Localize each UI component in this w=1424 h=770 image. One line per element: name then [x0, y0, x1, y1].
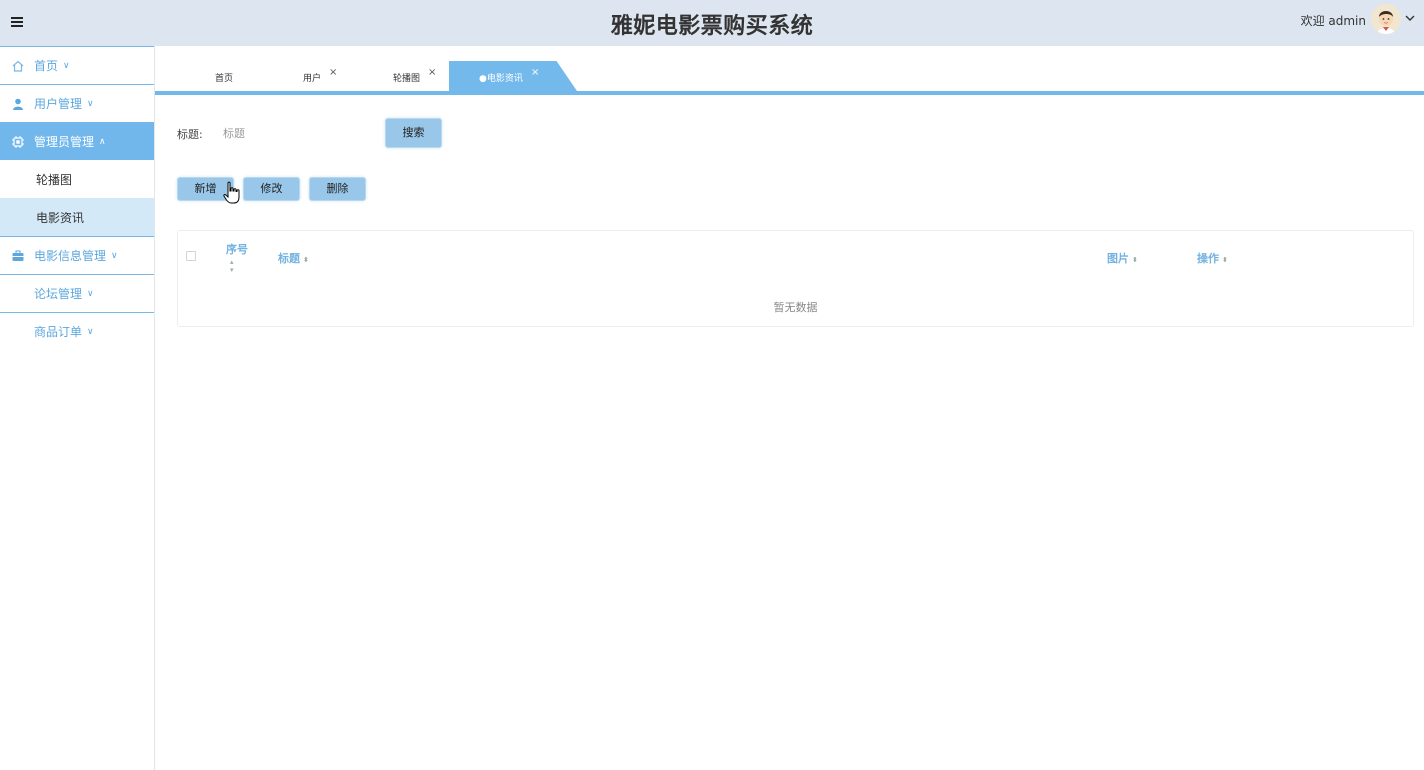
- sidebar: 首页 ∨ 用户管理 ∨ 管理员管理 ∧ 轮播图 电影资讯 电影信息管理 ∨ 论坛…: [0, 46, 155, 770]
- chip-icon: [12, 135, 24, 148]
- tab-bar: 首页 用户 × 轮播图 × ●电影资讯 ×: [155, 46, 1424, 96]
- close-icon[interactable]: ×: [531, 67, 539, 78]
- sidebar-subitem-movie-news[interactable]: 电影资讯: [0, 198, 154, 236]
- avatar-face-icon: [1371, 4, 1401, 34]
- chevron-down-icon: ∨: [87, 288, 94, 299]
- sort-icon[interactable]: ⬍: [1132, 256, 1138, 264]
- tab-label: 用户: [303, 74, 322, 84]
- briefcase-icon: [12, 250, 24, 261]
- avatar[interactable]: [1371, 4, 1401, 34]
- sidebar-item-label: 用户管理: [34, 97, 83, 111]
- column-header-image[interactable]: 图片 ⬍: [1107, 250, 1138, 266]
- sidebar-item-admin-management[interactable]: 管理员管理 ∧: [0, 122, 154, 160]
- sidebar-item-forum-management[interactable]: 论坛管理 ∨: [0, 274, 154, 312]
- sort-icon[interactable]: ▴ ▾: [230, 258, 248, 274]
- user-icon: [13, 98, 23, 110]
- column-header-label: 图片: [1107, 252, 1129, 265]
- sidebar-item-product-orders[interactable]: 商品订单 ∨: [0, 312, 154, 350]
- tab-users[interactable]: 用户 ×: [303, 61, 363, 91]
- sidebar-item-label: 管理员管理: [34, 135, 95, 149]
- column-header-label: 操作: [1197, 252, 1219, 265]
- data-table: 序号 ▴ ▾ 标题 ⬍ 图片 ⬍ 操作 ⬍ 暂无数据: [177, 230, 1414, 327]
- sidebar-item-label: 首页: [34, 59, 59, 73]
- close-icon[interactable]: ×: [428, 67, 436, 78]
- edit-button[interactable]: 修改: [243, 177, 300, 201]
- search-button[interactable]: 搜索: [385, 118, 442, 148]
- sidebar-item-user-management[interactable]: 用户管理 ∨: [0, 84, 154, 122]
- column-header-label: 标题: [278, 252, 300, 265]
- tab-movie-news[interactable]: ●电影资讯 ×: [449, 61, 577, 91]
- sidebar-item-label: 商品订单: [34, 325, 83, 339]
- column-header-title[interactable]: 标题 ⬍: [278, 250, 309, 266]
- chevron-down-icon: ∨: [111, 250, 118, 261]
- user-dropdown-chevron-icon[interactable]: [1404, 12, 1416, 24]
- column-header-label: 序号: [226, 243, 248, 256]
- chevron-down-icon: ∨: [63, 60, 70, 71]
- welcome-text: 欢迎 admin: [1300, 14, 1366, 28]
- app-title: 雅妮电影票购买系统: [610, 14, 814, 39]
- close-icon[interactable]: ×: [329, 67, 337, 78]
- chevron-down-icon: ∨: [87, 98, 94, 109]
- search-title-label: 标题:: [177, 128, 203, 141]
- sidebar-item-home[interactable]: 首页 ∨: [0, 46, 154, 84]
- delete-button[interactable]: 删除: [309, 177, 366, 201]
- sidebar-item-label: 论坛管理: [34, 287, 83, 301]
- tab-label: 轮播图: [393, 74, 421, 84]
- search-title-input[interactable]: [218, 122, 368, 144]
- tab-label: 首页: [215, 74, 234, 84]
- top-header: 雅妮电影票购买系统 欢迎 admin: [0, 0, 1424, 46]
- tab-underline: [155, 91, 1424, 95]
- sidebar-item-label: 电影信息管理: [34, 249, 107, 263]
- tab-home[interactable]: 首页: [215, 61, 275, 91]
- tab-carousel[interactable]: 轮播图 ×: [393, 61, 453, 91]
- sidebar-subitem-carousel[interactable]: 轮播图: [0, 160, 154, 198]
- column-header-actions[interactable]: 操作 ⬍: [1197, 250, 1228, 266]
- sort-icon[interactable]: ⬍: [1222, 256, 1228, 264]
- hand-pointer-cursor-icon: [223, 181, 240, 204]
- chevron-down-icon: ∨: [87, 326, 94, 337]
- sidebar-subitem-label: 轮播图: [36, 172, 73, 187]
- column-header-index[interactable]: 序号 ▴ ▾: [226, 241, 248, 274]
- select-all-checkbox[interactable]: [186, 251, 196, 261]
- sidebar-subitem-label: 电影资讯: [36, 210, 85, 225]
- empty-table-message: 暂无数据: [773, 301, 818, 314]
- home-icon: [12, 60, 24, 72]
- sort-icon[interactable]: ⬍: [303, 256, 309, 264]
- tab-label: ●电影资讯: [479, 74, 523, 84]
- chevron-up-icon: ∧: [99, 136, 106, 147]
- sidebar-item-movie-info-management[interactable]: 电影信息管理 ∨: [0, 236, 154, 274]
